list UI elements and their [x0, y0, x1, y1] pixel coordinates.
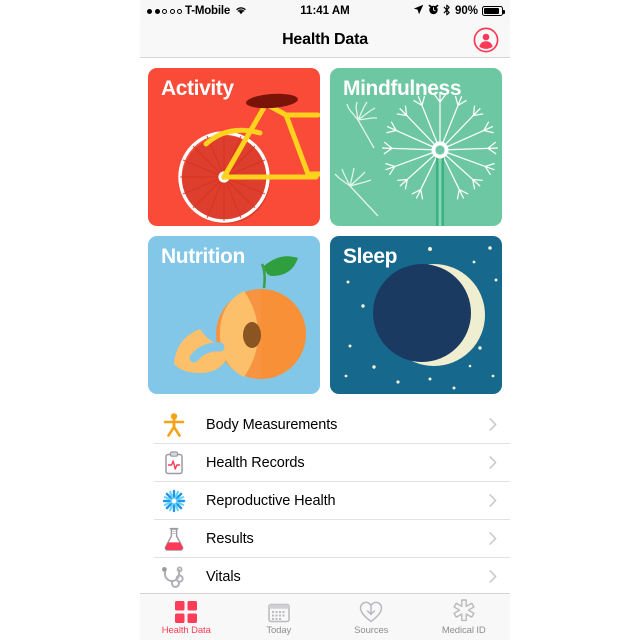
list-item-body-measurements[interactable]: Body Measurements — [154, 406, 510, 444]
status-bar-left: T-Mobile — [147, 5, 247, 18]
chevron-right-icon — [482, 456, 504, 469]
signal-dot-empty — [177, 8, 182, 14]
tab-today[interactable]: Today — [233, 594, 326, 640]
signal-dot-empty — [169, 8, 175, 14]
list-item-vitals[interactable]: Vitals — [154, 558, 510, 596]
flask-icon — [154, 524, 194, 554]
tile-sleep[interactable]: Sleep — [330, 236, 502, 394]
list-item-results[interactable]: Results — [154, 520, 510, 558]
page-title: Health Data — [282, 30, 368, 48]
tab-health-data[interactable]: Health Data — [140, 594, 233, 640]
list-item-reproductive-health[interactable]: Reproductive Health — [154, 482, 510, 520]
tab-sources[interactable]: Sources — [325, 594, 418, 640]
signal-dot-empty — [162, 8, 167, 14]
carrier-label: T-Mobile — [185, 5, 231, 17]
snowflake-burst-icon — [154, 486, 194, 516]
tab-medical-id[interactable]: Medical ID — [418, 594, 511, 640]
four-squares-icon — [175, 599, 198, 623]
list-item-label: Body Measurements — [206, 416, 338, 433]
list-item-label: Reproductive Health — [206, 492, 336, 509]
tile-label: Mindfulness — [343, 77, 462, 100]
stethoscope-icon — [154, 562, 194, 592]
status-bar: T-Mobile 11:41 AM 90% — [140, 0, 510, 22]
signal-strength-dots — [147, 8, 182, 14]
battery-percent-label: 90% — [454, 5, 478, 17]
list-item-health-records[interactable]: Health Records — [154, 444, 510, 482]
tile-nutrition[interactable]: Nutrition — [148, 236, 320, 394]
tile-label: Activity — [161, 77, 234, 100]
phone-screen: T-Mobile 11:41 AM 90% Health Data Activi… — [140, 0, 510, 640]
list-item-label: Vitals — [206, 568, 241, 585]
nav-bar: Health Data — [140, 22, 510, 58]
bluetooth-icon — [443, 4, 451, 19]
list-item-label: Results — [206, 530, 254, 547]
signal-dot-filled — [154, 8, 160, 14]
tile-label: Sleep — [343, 245, 398, 268]
tab-label: Today — [266, 624, 292, 636]
tab-label: Health Data — [161, 624, 211, 636]
tab-label: Medical ID — [441, 624, 486, 636]
tile-activity[interactable]: Activity — [148, 68, 320, 226]
health-category-list: Body Measurements Health Records Reprodu… — [140, 406, 510, 596]
tab-bar: Health Data Today Sources Medical ID — [140, 593, 510, 640]
clipboard-ekg-icon — [154, 448, 194, 478]
signal-dot-filled — [147, 8, 152, 14]
chevron-right-icon — [482, 418, 504, 431]
tile-label: Nutrition — [161, 245, 245, 268]
tile-mindfulness[interactable]: Mindfulness — [330, 68, 502, 226]
chevron-right-icon — [482, 494, 504, 507]
calendar-icon — [268, 599, 290, 623]
chevron-right-icon — [482, 532, 504, 545]
category-tile-grid: Activity Mindfulness Nutrition Sleep — [140, 58, 510, 394]
body-figure-icon — [154, 410, 194, 440]
tab-label: Sources — [354, 624, 389, 636]
chevron-right-icon — [482, 570, 504, 583]
heart-download-icon — [359, 599, 383, 623]
medical-asterisk-icon — [452, 598, 476, 623]
profile-person-circle-icon[interactable] — [473, 27, 499, 53]
list-item-label: Health Records — [206, 454, 305, 471]
wifi-icon — [235, 5, 247, 18]
alarm-clock-icon — [428, 4, 439, 18]
location-arrow-icon — [413, 4, 424, 18]
battery-icon — [482, 6, 505, 16]
battery-fill — [484, 8, 500, 14]
status-bar-right: 90% — [413, 4, 505, 19]
